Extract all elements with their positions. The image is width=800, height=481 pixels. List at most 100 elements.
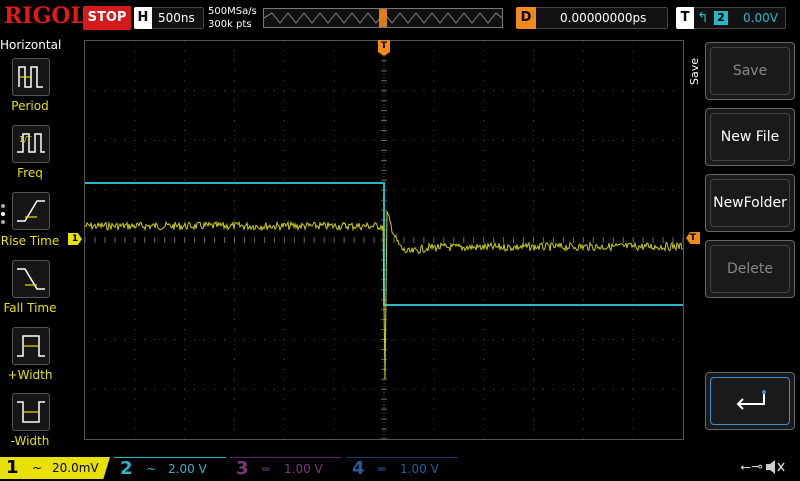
grid-dot (333, 329, 335, 331)
grid-dot (353, 90, 355, 92)
grid-dot (363, 140, 365, 141)
return-button[interactable] (705, 372, 795, 430)
ch1-offset-marker[interactable]: 1 (68, 233, 82, 245)
grid-dot (622, 189, 624, 191)
grid-dot (164, 140, 166, 141)
freq-measure-button[interactable]: 1/T (12, 125, 50, 163)
grid-dot (343, 339, 345, 340)
ch1-tab[interactable]: 1 ~ 20.0mV (0, 457, 110, 479)
grid-dot (582, 428, 584, 430)
grid-dot (433, 209, 435, 211)
grid-dot (253, 339, 255, 340)
grid-dot (453, 140, 455, 141)
grid-dot (423, 189, 425, 191)
grid-dot (303, 189, 305, 191)
grid-dot (533, 110, 534, 112)
grid-dot (463, 388, 465, 390)
grid-dot (632, 50, 634, 52)
ch2-tab[interactable]: 2 ~ 2.00 V (114, 457, 226, 479)
trigger-level-marker[interactable]: T (686, 232, 700, 244)
grid-dot (134, 140, 136, 141)
grid-dot (184, 209, 186, 211)
ch4-tab[interactable]: 4 ═ 1.00 V (346, 457, 458, 479)
grid-dot (582, 140, 584, 141)
delete-button-label: Delete (710, 245, 790, 293)
grid-dot (433, 120, 435, 122)
grid-dot (572, 388, 574, 390)
waveform-canvas (84, 40, 684, 440)
acquisition-info: 500MSa/s 300k pts (208, 5, 257, 31)
grid-dot (582, 159, 584, 161)
grid-dot (483, 418, 485, 420)
grid-dot (114, 90, 116, 92)
grid-dot (234, 269, 235, 271)
grid-dot (293, 339, 295, 340)
grid-dot (283, 259, 285, 261)
grid-dot (533, 378, 534, 380)
fall-time-measure-button[interactable] (12, 260, 50, 298)
memory-overview-strip[interactable] (263, 8, 503, 28)
save-button[interactable]: Save (705, 42, 795, 100)
grid-dot (433, 189, 435, 191)
grid-dot (393, 189, 395, 191)
grid-dot (642, 339, 644, 340)
new-folder-button[interactable]: NewFolder (705, 174, 795, 232)
grid-dot (403, 388, 405, 390)
grid-dot (453, 90, 455, 92)
grid-dot (234, 378, 235, 380)
grid-dot (612, 388, 614, 390)
grid-dot (582, 279, 584, 281)
grid-dot (632, 130, 634, 132)
grid-dot (234, 289, 235, 291)
grid-dot (333, 199, 335, 201)
grid-dot (542, 140, 544, 141)
grid-dot (672, 289, 674, 291)
speaker-mute-icon[interactable] (764, 457, 786, 477)
grid-dot (582, 388, 584, 390)
grid-dot (582, 378, 584, 380)
delete-button[interactable]: Delete (705, 240, 795, 298)
grid-dot (572, 140, 574, 141)
grid-dot (194, 189, 196, 191)
grid-dot (303, 388, 305, 390)
grid-dot (283, 159, 285, 161)
grid-dot (184, 189, 186, 191)
grid-dot (682, 140, 684, 141)
grid-dot (84, 90, 86, 92)
grid-dot (283, 358, 285, 360)
grid-dot (283, 249, 285, 251)
grid-dot (234, 388, 235, 390)
grid-dot (473, 189, 475, 191)
rise-time-measure-button[interactable] (12, 192, 50, 230)
grid-dot (234, 229, 235, 231)
grid-dot (293, 140, 295, 141)
positive-width-measure-button[interactable] (12, 327, 50, 365)
ch3-tab[interactable]: 3 ═ 1.00 V (230, 457, 342, 479)
grid-dot (483, 219, 485, 221)
grid-dot (84, 388, 86, 390)
grid-dot (562, 90, 564, 92)
grid-dot (84, 339, 86, 340)
grid-dot (483, 438, 485, 440)
grid-dot (234, 209, 235, 211)
grid-dot (134, 219, 136, 221)
grid-dot (602, 90, 604, 92)
grid-dot (234, 319, 235, 321)
new-file-button[interactable]: New File (705, 108, 795, 166)
grid-dot (632, 269, 634, 271)
trigger-badge: T (676, 7, 694, 29)
grid-dot (682, 189, 684, 191)
grid-dot (313, 140, 315, 141)
grid-dot (582, 299, 584, 301)
grid-dot (333, 40, 335, 42)
grid-dot (174, 90, 176, 92)
grid-dot (552, 90, 554, 92)
grid-dot (144, 289, 146, 291)
grid-dot (423, 140, 425, 141)
period-measure-button[interactable] (12, 58, 50, 96)
grid-dot (84, 289, 86, 291)
grid-dot (313, 289, 315, 291)
waveform-display[interactable] (84, 40, 684, 440)
run-stop-button[interactable]: STOP (83, 6, 131, 30)
negative-width-measure-button[interactable] (12, 393, 50, 431)
